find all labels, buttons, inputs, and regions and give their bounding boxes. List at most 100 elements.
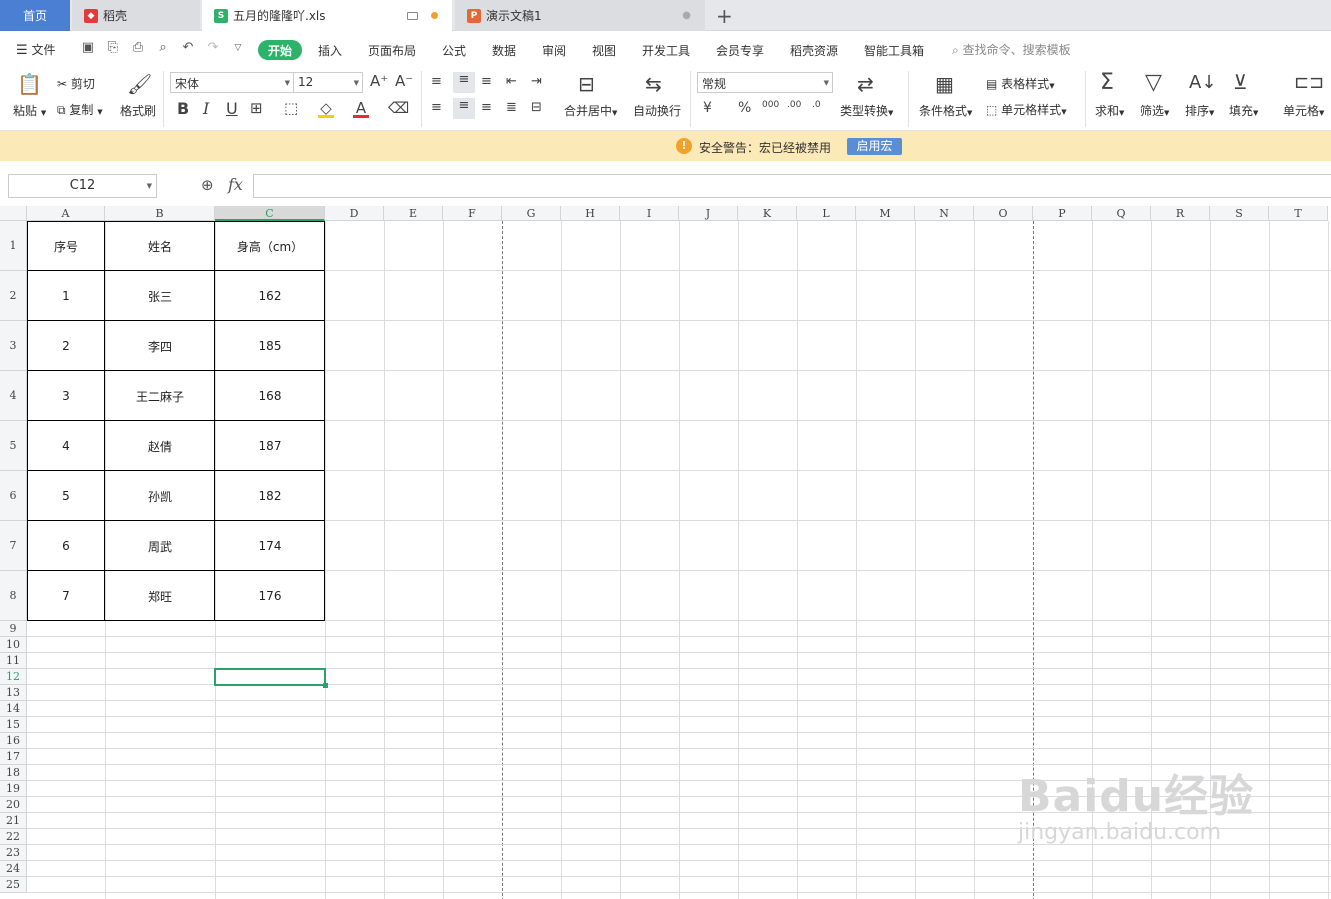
row-header-5[interactable]: 5	[0, 421, 27, 471]
row-header-14[interactable]: 14	[0, 701, 27, 717]
table-cell[interactable]: 168	[215, 371, 325, 421]
command-search[interactable]: ⌕ 查找命令、搜索模板	[952, 41, 1071, 58]
redo-icon[interactable]: ↷	[205, 40, 221, 56]
select-all-corner[interactable]	[0, 206, 27, 221]
column-header-E[interactable]: E	[384, 206, 443, 221]
column-header-R[interactable]: R	[1151, 206, 1210, 221]
enable-macro-button[interactable]: 启用宏	[847, 138, 902, 155]
menu-member[interactable]: 会员专享	[716, 42, 764, 59]
column-header-A[interactable]: A	[27, 206, 105, 221]
tab-daoke[interactable]: ◆ 稻壳	[72, 0, 200, 31]
row-header-20[interactable]: 20	[0, 797, 27, 813]
row-header-1[interactable]: 1	[0, 221, 27, 271]
align-middle-icon[interactable]: ≡	[453, 72, 475, 93]
conditional-format-button[interactable]: 条件格式▼	[919, 102, 972, 119]
tab-start[interactable]: 开始	[258, 40, 302, 60]
font-size-select[interactable]: 12 ▼	[293, 72, 363, 93]
fill-down-icon[interactable]: ⊻	[1233, 70, 1248, 94]
distributed-icon[interactable]: ⊟	[531, 100, 542, 115]
table-header-cell[interactable]: 身高（cm）	[215, 221, 325, 271]
table-cell[interactable]: 周武	[105, 521, 215, 571]
menu-review[interactable]: 审阅	[542, 42, 566, 59]
increase-font-icon[interactable]: A⁺	[370, 72, 388, 90]
sum-icon[interactable]: Σ	[1100, 70, 1114, 95]
row-header-12[interactable]: 12	[0, 669, 27, 685]
align-center-icon[interactable]: ≡	[453, 98, 475, 119]
cut-button[interactable]: ✂ 剪切	[57, 75, 95, 92]
undo-icon[interactable]: ↶	[180, 40, 196, 56]
row-header-25[interactable]: 25	[0, 877, 27, 893]
italic-icon[interactable]: I	[203, 99, 209, 118]
row-header-3[interactable]: 3	[0, 321, 27, 371]
row-header-13[interactable]: 13	[0, 685, 27, 701]
filter-button[interactable]: 筛选▼	[1140, 102, 1169, 119]
row-header-23[interactable]: 23	[0, 845, 27, 861]
column-header-O[interactable]: O	[974, 206, 1033, 221]
row-header-18[interactable]: 18	[0, 765, 27, 781]
row-header-7[interactable]: 7	[0, 521, 27, 571]
table-cell[interactable]: 李四	[105, 321, 215, 371]
column-header-D[interactable]: D	[325, 206, 384, 221]
row-header-24[interactable]: 24	[0, 861, 27, 877]
cell-format-icon[interactable]: ⊏⊐	[1294, 72, 1324, 93]
wrap-text-icon[interactable]: ⇆	[645, 72, 662, 96]
increase-indent-icon[interactable]: ⇥	[531, 74, 542, 89]
table-cell[interactable]: 张三	[105, 271, 215, 321]
copy-button[interactable]: ⧉ 复制 ▼	[57, 101, 103, 118]
paste-button[interactable]: 粘贴 ▼	[13, 102, 46, 119]
sort-icon[interactable]: A↓	[1189, 72, 1216, 93]
borders-icon[interactable]: ⊞	[250, 99, 263, 117]
table-cell[interactable]: 赵倩	[105, 421, 215, 471]
font-color-icon[interactable]: A	[353, 99, 369, 118]
justify-icon[interactable]: ≣	[506, 100, 517, 115]
table-header-cell[interactable]: 序号	[27, 221, 105, 271]
close-icon[interactable]: ●	[682, 10, 691, 21]
zoom-search-icon[interactable]: ⊕	[201, 176, 214, 194]
print-preview-icon[interactable]: ⌕	[155, 40, 171, 56]
row-header-4[interactable]: 4	[0, 371, 27, 421]
table-cell[interactable]: 162	[215, 271, 325, 321]
sort-button[interactable]: 排序▼	[1185, 102, 1214, 119]
column-header-G[interactable]: G	[502, 206, 561, 221]
table-style-button[interactable]: ▤ 表格样式▼	[986, 75, 1055, 92]
column-header-N[interactable]: N	[915, 206, 974, 221]
row-header-22[interactable]: 22	[0, 829, 27, 845]
export-pdf-icon[interactable]: ⎘	[105, 40, 121, 56]
column-header-K[interactable]: K	[738, 206, 797, 221]
column-header-T[interactable]: T	[1269, 206, 1328, 221]
new-tab-plus-icon[interactable]: +	[716, 4, 733, 28]
row-header-11[interactable]: 11	[0, 653, 27, 669]
align-bottom-icon[interactable]: ≡	[481, 74, 492, 89]
row-header-2[interactable]: 2	[0, 271, 27, 321]
fill-button[interactable]: 填充▼	[1229, 102, 1258, 119]
bold-icon[interactable]: B	[177, 99, 189, 118]
decrease-indent-icon[interactable]: ⇤	[506, 74, 517, 89]
column-header-F[interactable]: F	[443, 206, 502, 221]
conditional-format-icon[interactable]: ▦	[935, 72, 954, 96]
table-cell[interactable]: 6	[27, 521, 105, 571]
menu-page-layout[interactable]: 页面布局	[368, 42, 416, 59]
table-cell[interactable]: 187	[215, 421, 325, 471]
font-name-select[interactable]: 宋体 ▼	[170, 72, 294, 93]
row-header-15[interactable]: 15	[0, 717, 27, 733]
formula-input[interactable]	[253, 174, 1331, 198]
decrease-decimal-icon[interactable]: .0	[812, 100, 821, 110]
row-header-17[interactable]: 17	[0, 749, 27, 765]
menu-formula[interactable]: 公式	[442, 42, 466, 59]
column-header-Q[interactable]: Q	[1092, 206, 1151, 221]
row-header-6[interactable]: 6	[0, 471, 27, 521]
row-header-21[interactable]: 21	[0, 813, 27, 829]
fx-icon[interactable]: fx	[228, 175, 243, 194]
menu-developer[interactable]: 开发工具	[642, 42, 690, 59]
row-header-8[interactable]: 8	[0, 571, 27, 621]
column-header-P[interactable]: P	[1033, 206, 1092, 221]
table-cell[interactable]: 孙凯	[105, 471, 215, 521]
table-cell[interactable]: 176	[215, 571, 325, 621]
type-convert-button[interactable]: 类型转换▼	[840, 102, 893, 119]
merge-center-icon[interactable]: ⊟	[578, 72, 595, 96]
type-convert-icon[interactable]: ⇄	[857, 72, 874, 96]
menu-data[interactable]: 数据	[492, 42, 516, 59]
menu-view[interactable]: 视图	[592, 42, 616, 59]
align-right-icon[interactable]: ≡	[481, 100, 492, 115]
name-box[interactable]: C12 ▼	[8, 174, 157, 198]
